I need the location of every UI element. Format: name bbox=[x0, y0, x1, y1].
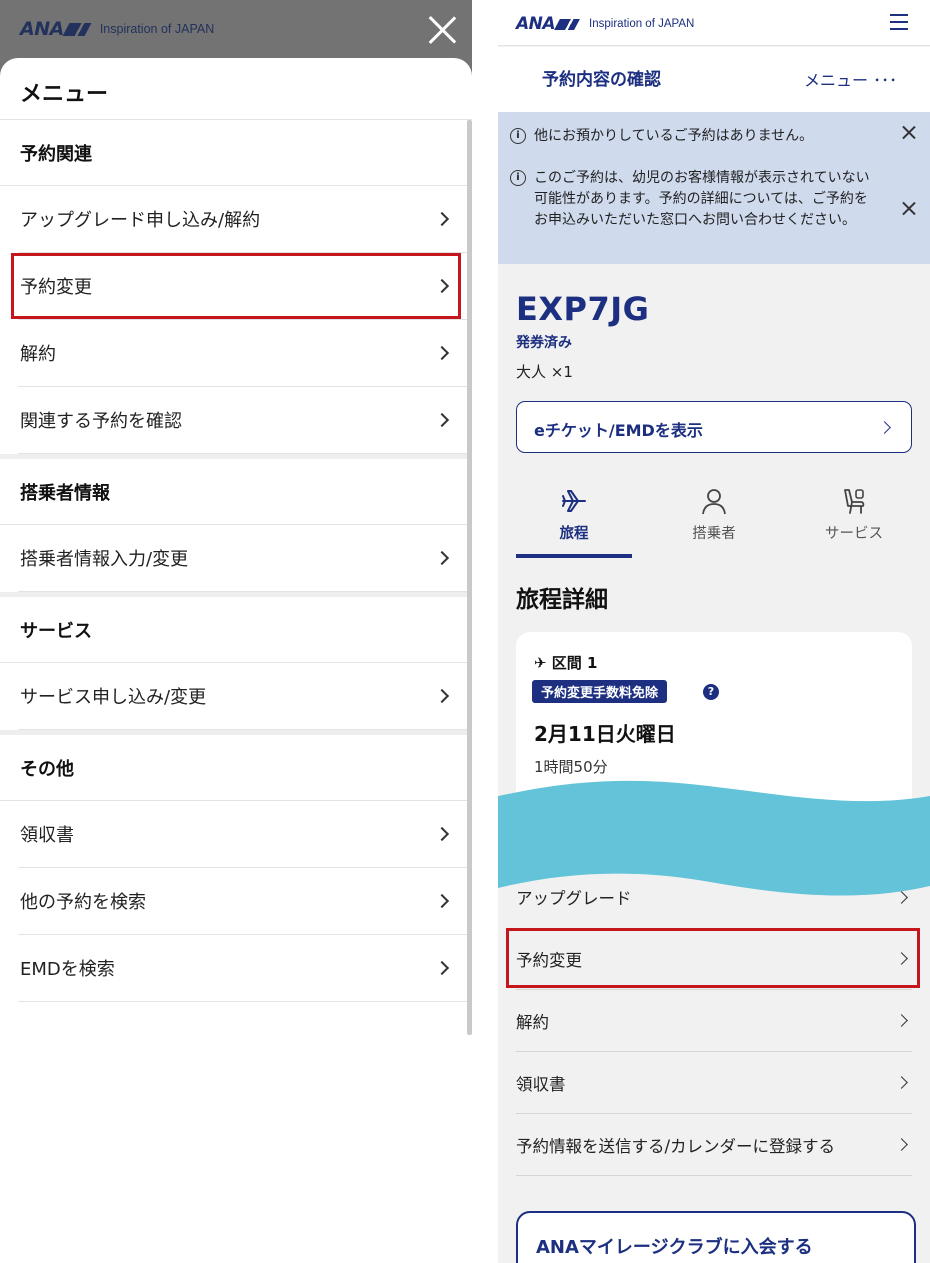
menu-item-search-other[interactable]: 他の予約を検索 bbox=[18, 868, 467, 935]
close-icon[interactable] bbox=[902, 126, 916, 140]
chevron-right-icon bbox=[434, 412, 450, 428]
eticket-button[interactable]: eチケット/EMDを表示 bbox=[516, 401, 912, 453]
person-icon bbox=[702, 489, 726, 515]
menu-title: メニュー bbox=[20, 82, 109, 107]
action-upgrade[interactable]: アップグレード bbox=[516, 866, 912, 928]
notice-item: i 他にお預かりしているご予約はありません。 bbox=[510, 126, 874, 147]
chevron-right-icon bbox=[434, 550, 450, 566]
menu-item-upgrade[interactable]: アップグレード申し込み/解約 bbox=[18, 186, 467, 253]
notice-item: i このご予約は、幼児のお客様情報が表示されていない可能性があります。予約の詳細… bbox=[510, 168, 874, 231]
menu-item-receipt[interactable]: 領収書 bbox=[18, 801, 467, 868]
ana-logo[interactable]: ANA Inspiration of JAPAN bbox=[516, 14, 694, 34]
tab-bar: 旅程 搭乗者 サービス bbox=[516, 480, 912, 560]
tab-passengers[interactable]: 搭乗者 bbox=[656, 480, 772, 560]
tab-label: サービス bbox=[825, 526, 883, 542]
menu-item-label: 予約変更 bbox=[20, 277, 92, 298]
seat-icon bbox=[844, 489, 865, 514]
menu-item-label: アップグレード申し込み/解約 bbox=[20, 210, 261, 231]
menu-list: 予約関連 アップグレード申し込み/解約 予約変更 解約 関連する予約を確認 搭乗… bbox=[0, 120, 467, 1002]
info-icon: i bbox=[510, 170, 526, 186]
menu-item-label: 関連する予約を確認 bbox=[20, 411, 182, 432]
menu-item-label: 解約 bbox=[20, 344, 56, 365]
menu-item-change-reservation[interactable]: 予約変更 bbox=[11, 253, 467, 320]
page-header: 予約内容の確認 メニュー ･･･ bbox=[498, 47, 930, 112]
menu-item-label: 他の予約を検索 bbox=[20, 892, 146, 913]
section-heading-passenger: 搭乗者情報 bbox=[0, 459, 467, 525]
info-icon: i bbox=[510, 128, 526, 144]
section-heading-other: その他 bbox=[0, 735, 467, 801]
menu-item-cancel[interactable]: 解約 bbox=[18, 320, 467, 387]
hamburger-menu-icon[interactable] bbox=[890, 14, 908, 30]
menu-item-passenger-info[interactable]: 搭乗者情報入力/変更 bbox=[18, 525, 467, 592]
page-title: 予約内容の確認 bbox=[542, 70, 661, 90]
action-label: 予約情報を送信する/カレンダーに登録する bbox=[516, 1136, 836, 1156]
tab-itinerary[interactable]: 旅程 bbox=[516, 480, 632, 560]
logo-tagline: Inspiration of JAPAN bbox=[589, 18, 695, 30]
tab-label: 旅程 bbox=[559, 526, 589, 542]
chevron-right-icon bbox=[434, 688, 450, 704]
chevron-right-icon bbox=[895, 952, 908, 965]
scrollbar[interactable] bbox=[467, 120, 472, 1035]
chevron-right-icon bbox=[434, 960, 450, 976]
menu-item-label: 搭乗者情報入力/変更 bbox=[20, 549, 189, 570]
menu-panel: ANA Inspiration of JAPAN メニュー 予約関連 アップグレ… bbox=[0, 0, 472, 1263]
menu-item-label: 領収書 bbox=[20, 825, 74, 846]
page-menu-button[interactable]: メニュー ･･･ bbox=[804, 67, 897, 91]
notice-text: このご予約は、幼児のお客様情報が表示されていない可能性があります。予約の詳細につ… bbox=[534, 170, 870, 228]
action-label: 解約 bbox=[516, 1012, 549, 1032]
menu-item-search-emd[interactable]: EMDを検索 bbox=[18, 935, 467, 1002]
flight-duration: 1時間50分 bbox=[534, 758, 608, 776]
menu-item-label: EMDを検索 bbox=[20, 959, 115, 980]
mileage-club-label: ANAマイレージクラブに入会する bbox=[536, 1237, 813, 1258]
segment-label: ✈ 区間 1 bbox=[534, 654, 598, 672]
chevron-right-icon bbox=[878, 421, 891, 434]
site-header: ANA Inspiration of JAPAN bbox=[498, 0, 930, 46]
eticket-button-label: eチケット/EMDを表示 bbox=[534, 421, 703, 440]
flight-date: 2月11日火曜日 bbox=[534, 722, 676, 746]
close-icon[interactable] bbox=[426, 14, 458, 46]
airplane-icon bbox=[562, 490, 586, 512]
reservation-page: ANA Inspiration of JAPAN 予約内容の確認 メニュー ･･… bbox=[498, 0, 930, 1263]
chevron-right-icon bbox=[895, 890, 908, 904]
action-send-calendar[interactable]: 予約情報を送信する/カレンダーに登録する bbox=[516, 1114, 912, 1176]
chevron-right-icon bbox=[434, 211, 450, 227]
chevron-right-icon bbox=[434, 893, 450, 909]
chevron-right-icon bbox=[895, 1076, 908, 1089]
action-change-reservation[interactable]: 予約変更 bbox=[506, 928, 920, 990]
ana-logo: ANA Inspiration of JAPAN bbox=[20, 18, 215, 40]
section-heading-reservation: 予約関連 bbox=[0, 120, 467, 186]
menu-item-label: サービス申し込み/変更 bbox=[20, 687, 207, 708]
action-label: アップグレード bbox=[516, 889, 632, 908]
action-cancel[interactable]: 解約 bbox=[516, 990, 912, 1052]
notice-area: i 他にお預かりしているご予約はありません。 i このご予約は、幼児のお客様情報… bbox=[498, 112, 930, 264]
menu-item-related-reservations[interactable]: 関連する予約を確認 bbox=[18, 387, 467, 454]
chevron-right-icon bbox=[895, 1138, 908, 1151]
logo-tagline: Inspiration of JAPAN bbox=[99, 22, 215, 36]
menu-item-service-request[interactable]: サービス申し込み/変更 bbox=[18, 663, 467, 730]
ticket-status: 発券済み bbox=[516, 335, 572, 351]
chevron-right-icon bbox=[434, 278, 450, 294]
section-heading-service: サービス bbox=[0, 597, 467, 663]
chevron-right-icon bbox=[434, 826, 450, 842]
reservation-number: EXP7JG bbox=[516, 290, 650, 328]
action-label: 予約変更 bbox=[516, 950, 582, 970]
section-title: 旅程詳細 bbox=[516, 587, 608, 613]
tab-services[interactable]: サービス bbox=[796, 480, 912, 560]
passenger-count: 大人 ×1 bbox=[516, 363, 573, 381]
chevron-right-icon bbox=[895, 1014, 908, 1027]
action-label: 領収書 bbox=[516, 1074, 566, 1094]
fee-waiver-badge: 予約変更手数料免除 bbox=[532, 680, 668, 703]
action-list: アップグレード 予約変更 解約 領収書 予約情報を送信する/カレンダーに登録する bbox=[506, 866, 920, 1176]
close-icon[interactable] bbox=[902, 202, 916, 216]
tab-label: 搭乗者 bbox=[692, 526, 736, 542]
action-receipt[interactable]: 領収書 bbox=[516, 1052, 912, 1114]
help-icon[interactable]: ? bbox=[703, 684, 719, 700]
chevron-right-icon bbox=[434, 345, 450, 361]
notice-text: 他にお預かりしているご予約はありません。 bbox=[534, 128, 814, 144]
mileage-club-button[interactable]: ANAマイレージクラブに入会する bbox=[516, 1211, 916, 1263]
